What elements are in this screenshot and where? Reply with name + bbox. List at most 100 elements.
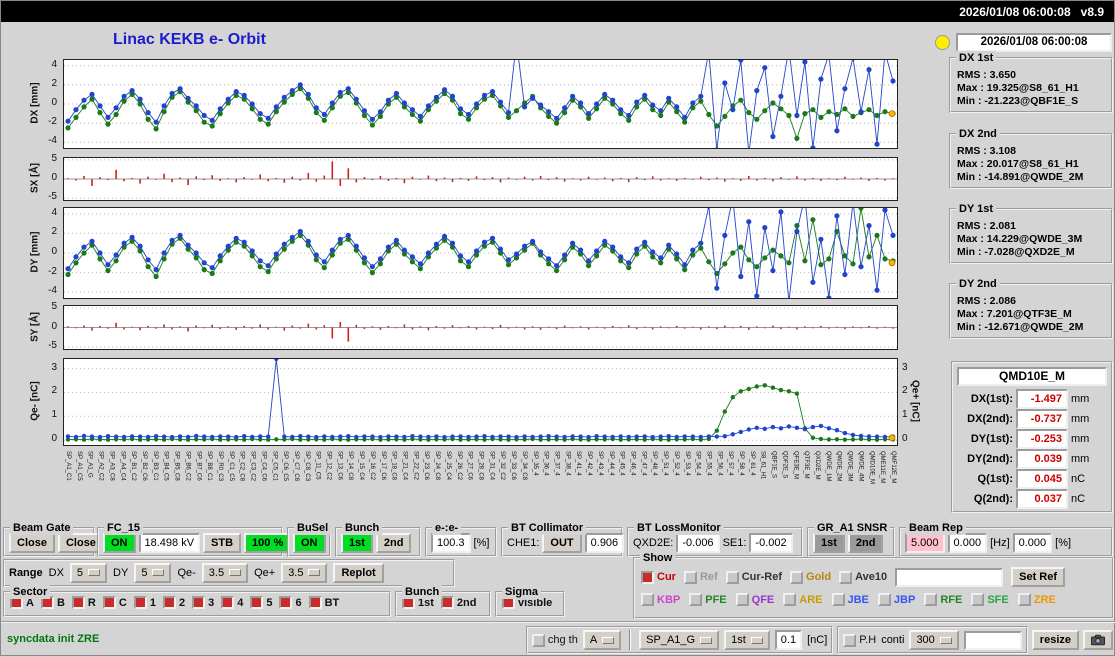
dx-plot: [63, 59, 898, 149]
chg-th-toggle[interactable]: chg th: [531, 633, 578, 647]
sector-6-checkbox[interactable]: [279, 596, 293, 609]
beam-gate-close-button-1[interactable]: Close: [9, 532, 55, 553]
tick-label: 0: [902, 433, 908, 445]
tick-label: -4: [48, 135, 57, 147]
bpm-label: SP_16_C2: [368, 451, 375, 481]
range-dy-select[interactable]: 5: [134, 562, 172, 583]
show-cur[interactable]: Cur: [641, 570, 676, 584]
show-are[interactable]: ARE: [783, 593, 823, 606]
show-ref-checkbox[interactable]: [683, 570, 697, 584]
bunch-threshold-select[interactable]: 1st: [724, 630, 770, 650]
sector-r-checkbox[interactable]: [71, 596, 85, 609]
bunchsel-2nd[interactable]: 2nd: [440, 596, 476, 609]
show-rfe[interactable]: RFE: [924, 593, 962, 606]
show-curref-checkbox[interactable]: [725, 570, 739, 584]
sector-1[interactable]: 1: [133, 596, 156, 609]
gr-a1-1st-button[interactable]: 1st: [813, 532, 845, 553]
bpm-label: SP_32_C2: [499, 451, 506, 481]
conti-label[interactable]: conti: [881, 634, 904, 646]
gr-a1-2nd-button[interactable]: 2nd: [847, 532, 884, 553]
screenshot-button[interactable]: [1083, 630, 1113, 650]
show-pfe[interactable]: PFE: [689, 593, 727, 606]
threshold-value[interactable]: 0.1: [774, 630, 803, 650]
range-qe-minus-select[interactable]: 3.5: [201, 562, 249, 583]
tick-label: 3: [51, 361, 57, 373]
sector-4-checkbox[interactable]: [221, 596, 235, 609]
bunch-1st-button[interactable]: 1st: [341, 532, 373, 553]
show-sfe-checkbox[interactable]: [971, 593, 985, 606]
sector-bt[interactable]: BT: [308, 596, 339, 609]
bunch-2nd-button[interactable]: 2nd: [375, 532, 412, 553]
range-dx-select[interactable]: 5: [69, 562, 108, 583]
monitor-group: QMD10E_M DX(1st): -1.497 mm DX(2nd): -0.…: [951, 361, 1113, 513]
sector-bt-checkbox[interactable]: [308, 596, 322, 609]
show-gold[interactable]: Gold: [790, 570, 831, 584]
fc15-stb-button[interactable]: STB: [203, 532, 242, 553]
show-jbe-checkbox[interactable]: [831, 593, 845, 606]
sector-5-checkbox[interactable]: [250, 596, 264, 609]
show-are-checkbox[interactable]: [783, 593, 797, 606]
sp-select[interactable]: SP_A1_G: [639, 630, 720, 650]
bpm-label: SP_11_C5: [314, 451, 321, 480]
show-qfe[interactable]: QFE: [735, 593, 774, 606]
range-qe-plus-select[interactable]: 3.5: [281, 562, 328, 583]
show-zre-checkbox[interactable]: [1017, 593, 1031, 606]
sector-r[interactable]: R: [71, 596, 96, 609]
ph-checkbox[interactable]: [843, 633, 857, 647]
bpm-label: SP_22_C2: [412, 451, 419, 481]
show-qfe-checkbox[interactable]: [735, 593, 749, 606]
show-row-1: Cur Ref Cur-Ref Gold Ave10 Set Ref: [641, 567, 1106, 587]
sector-3[interactable]: 3: [192, 596, 214, 609]
show-zre[interactable]: ZRE: [1017, 593, 1056, 606]
sector-5[interactable]: 5: [250, 596, 272, 609]
show-ave10[interactable]: Ave10: [839, 570, 887, 584]
fc15-on-button[interactable]: ON: [103, 532, 136, 553]
show-jbp[interactable]: JBP: [877, 593, 915, 606]
option-menu-indicator: [88, 569, 101, 576]
ref-name-input[interactable]: [895, 567, 1004, 587]
gr-a1-snsr-label: GR_A1 SNSR: [814, 521, 891, 535]
show-pfe-checkbox[interactable]: [689, 593, 703, 606]
region-select[interactable]: A: [582, 630, 622, 650]
monitor-title[interactable]: QMD10E_M: [957, 367, 1107, 386]
sector-1-checkbox[interactable]: [133, 596, 147, 609]
show-curref[interactable]: Cur-Ref: [725, 570, 782, 584]
sector-2-checkbox[interactable]: [162, 596, 176, 609]
sector-c-checkbox[interactable]: [102, 596, 116, 609]
fc15-percent-value[interactable]: 100 %: [244, 532, 292, 553]
ph-toggle[interactable]: P.H: [843, 633, 876, 647]
beam-rep-label: Beam Rep: [906, 521, 966, 535]
set-ref-button[interactable]: Set Ref: [1011, 567, 1066, 587]
busel-on-button[interactable]: ON: [293, 532, 326, 553]
sector-3-checkbox[interactable]: [192, 596, 206, 609]
resize-button[interactable]: resize: [1031, 630, 1079, 650]
sector-c[interactable]: C: [102, 596, 127, 609]
show-ref[interactable]: Ref: [683, 570, 718, 584]
sector-6[interactable]: 6: [279, 596, 302, 609]
show-jbe[interactable]: JBE: [831, 593, 869, 606]
show-sfe[interactable]: SFE: [971, 593, 1009, 606]
sector-4[interactable]: 4: [221, 596, 243, 609]
show-rfe-checkbox[interactable]: [924, 593, 938, 606]
show-jbp-checkbox[interactable]: [877, 593, 891, 606]
bunchsel-2nd-checkbox[interactable]: [440, 596, 454, 609]
tick-label: 2: [902, 385, 908, 397]
show-gold-checkbox[interactable]: [790, 570, 804, 584]
option-menu-indicator: [229, 569, 242, 576]
show-ave10-checkbox[interactable]: [839, 570, 853, 584]
count-input[interactable]: [963, 630, 1022, 650]
sector-2[interactable]: 2: [162, 596, 185, 609]
show-pfe-label: PFE: [705, 593, 727, 606]
stat-title: DY 1st: [956, 202, 997, 216]
bpm-label: SP_37_4: [553, 451, 560, 476]
show-cur-checkbox[interactable]: [641, 570, 654, 584]
replot-button[interactable]: Replot: [333, 562, 384, 583]
show-kbp[interactable]: KBP: [641, 593, 680, 606]
che1-out-button[interactable]: OUT: [542, 532, 582, 553]
monitor-unit: mm: [1071, 453, 1090, 465]
titlebar-clock: 2026/01/08 06:00:08 v8.9: [959, 5, 1104, 19]
show-kbp-checkbox[interactable]: [641, 593, 654, 606]
rep-count-select[interactable]: 300: [909, 630, 959, 650]
chg-th-checkbox[interactable]: [531, 633, 545, 647]
bpm-label: SP_B5_C8: [173, 451, 180, 481]
